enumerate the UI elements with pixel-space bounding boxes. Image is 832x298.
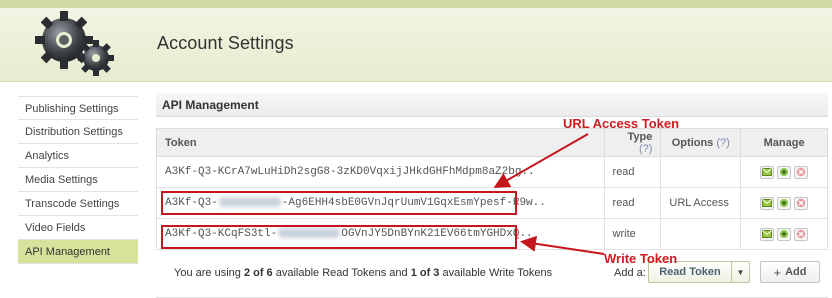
url-access-arrow (493, 133, 589, 188)
callout-arrows (493, 133, 605, 255)
write-token-arrow (520, 235, 605, 255)
